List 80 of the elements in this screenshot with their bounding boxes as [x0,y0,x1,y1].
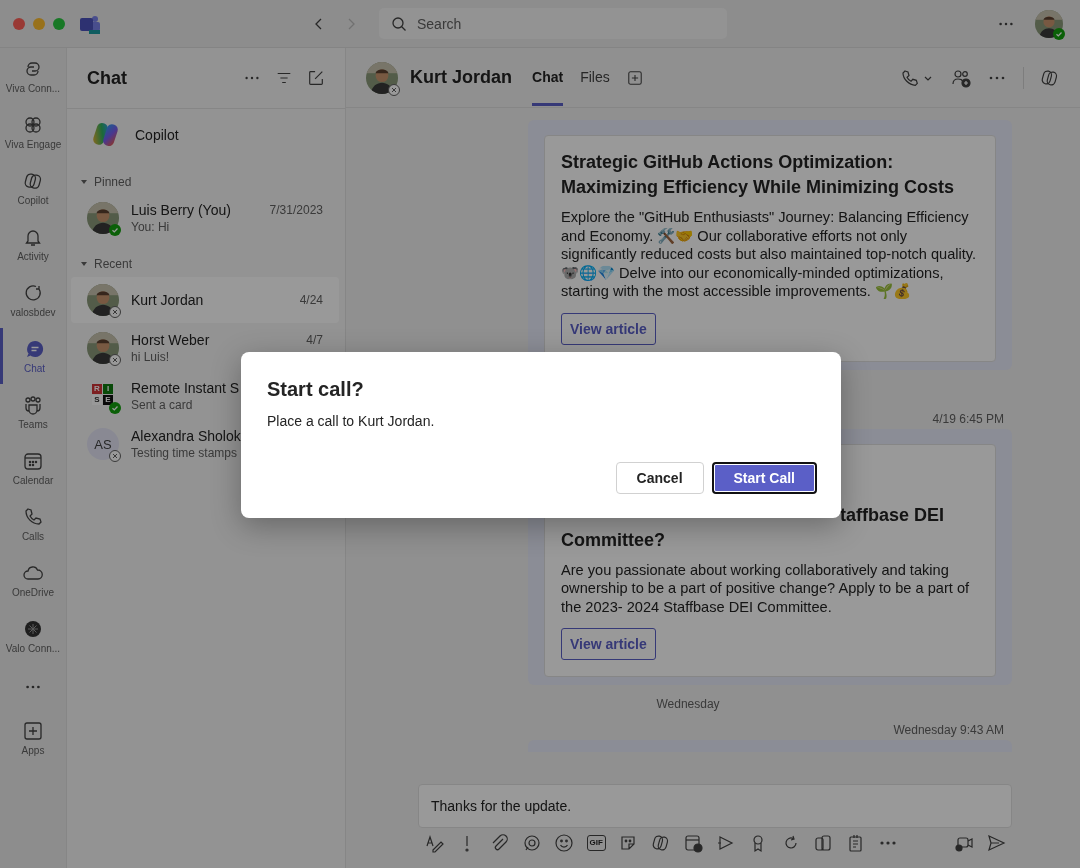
panel-title: Chat [87,67,127,89]
chat-date: 4/24 [299,293,323,307]
add-tab-icon[interactable] [626,69,643,86]
compose-icon[interactable] [307,69,325,87]
card-title: taffbase DEI [840,503,945,527]
contact-name: Kurt Jordan [131,292,204,308]
contact-name: Remote Instant S [131,380,240,396]
more-icon[interactable] [24,684,42,690]
cancel-button[interactable]: Cancel [615,462,704,494]
apps-icon[interactable] [813,833,834,853]
avatar-initials: AS [87,428,119,460]
day-divider: Wednesday [656,697,720,711]
logo-letter: E [103,395,113,405]
emoji-icon[interactable] [554,833,574,853]
start-call-button[interactable]: Start Call [711,462,817,494]
copilot-icon[interactable] [650,833,671,853]
logo-letter: I [103,384,113,394]
phone-icon [22,506,44,528]
rail-tab[interactable]: Calendar [0,440,66,496]
rail-tab[interactable]: valosbdev [0,272,66,328]
logo-letter: S [92,395,102,405]
chat-date: 4/7 [306,333,323,347]
rail-tab[interactable]: Calls [0,496,66,552]
calendar-icon [22,450,44,472]
teams-logo-icon [79,13,101,34]
more-icon[interactable] [997,20,1015,27]
snowflake-icon [22,618,44,640]
dialog-message: Place a call to Kurt Jordan. [267,413,435,429]
section-header[interactable]: Recent [67,243,146,277]
chat-item[interactable]: Kurt Jordan 4/24 [71,277,339,323]
dialog-title: Start call? [267,378,364,401]
loop-icon[interactable] [521,833,542,853]
clover-icon [22,114,44,136]
gif-button[interactable]: GIF [586,835,606,851]
apps-tab[interactable]: Apps [0,710,66,766]
rail-tab[interactable]: Copilot [0,160,66,216]
rail-tab[interactable]: OneDrive [0,552,66,608]
rail-tab[interactable]: Viva Conn... [0,48,66,104]
people-icon [22,394,44,416]
chat-item[interactable]: Luis Berry (You) 7/31/2023 You: Hi [71,195,339,241]
rail-tab[interactable]: Activity [0,216,66,272]
section-header[interactable]: Pinned [67,161,145,195]
card-title: Maximizing Efficiency While Minimizing Costs [561,176,955,199]
message-preview: hi Luis! [131,350,171,364]
chat-item[interactable]: Horst Weber 4/7 hi Luis! [71,325,339,371]
tab[interactable]: Files [580,49,610,106]
message-preview: Testing time stamps [131,446,239,460]
card-title: Committee? [561,528,665,552]
caret-icon [80,260,88,268]
contact-name: Alexandra Sholok [131,428,241,444]
search-field[interactable]: Search [379,8,727,39]
message-preview: Sent a card [131,398,194,412]
available-status-icon [1053,27,1065,40]
timestamp: Wednesday 9:43 AM [893,723,1004,737]
add-icon [22,720,44,742]
tab[interactable]: Chat [532,49,564,106]
rail-tab[interactable]: Valo Conn... [0,608,66,664]
view-article-button[interactable]: View article [561,628,656,660]
copilot-icon[interactable] [1040,67,1060,88]
send-icon[interactable] [986,833,1006,853]
chat-date: 7/31/2023 [269,203,323,217]
copilot-item[interactable]: Copilot [71,109,341,161]
view-article-button[interactable]: View article [561,312,656,345]
message-preview: You: Hi [131,220,171,234]
copilot-icon [22,170,44,192]
add-people-icon[interactable] [951,67,971,88]
card-text: Are you passionate about working collaboratively and taking ownership to be a part of positive change? Apply to be a part of the 2023- 2024 Staffbase DEI Committee. [561,560,971,616]
rail-tab[interactable]: Teams [0,384,66,440]
timestamp: 4/19 6:45 PM [932,411,1004,426]
contact-name: Kurt Jordan [410,67,512,88]
message-field[interactable]: Thanks for the update. [418,784,1012,828]
card-title: Strategic GitHub Actions Optimization: [561,151,894,174]
rail-tab[interactable]: Viva Engage [0,104,66,160]
format-icon[interactable] [424,833,444,853]
contact-name: Luis Berry (You) [131,202,231,218]
contact-name: Horst Weber [131,332,210,348]
schedule-icon[interactable] [683,833,704,853]
card-text: Explore the "GitHub Enthusiasts" Journey: Balancing Efficiency and Economy. 🛠🤝 Our collaborative efforts not only significantly reduced costs but also maintained top-notch quality. 🐨🌐💎 Delve into our economically-minded optimizations, starting with the most accessible improvements. 🌱💰 [561,208,978,301]
caret-icon [80,178,88,186]
logo-letter: R [92,384,102,394]
